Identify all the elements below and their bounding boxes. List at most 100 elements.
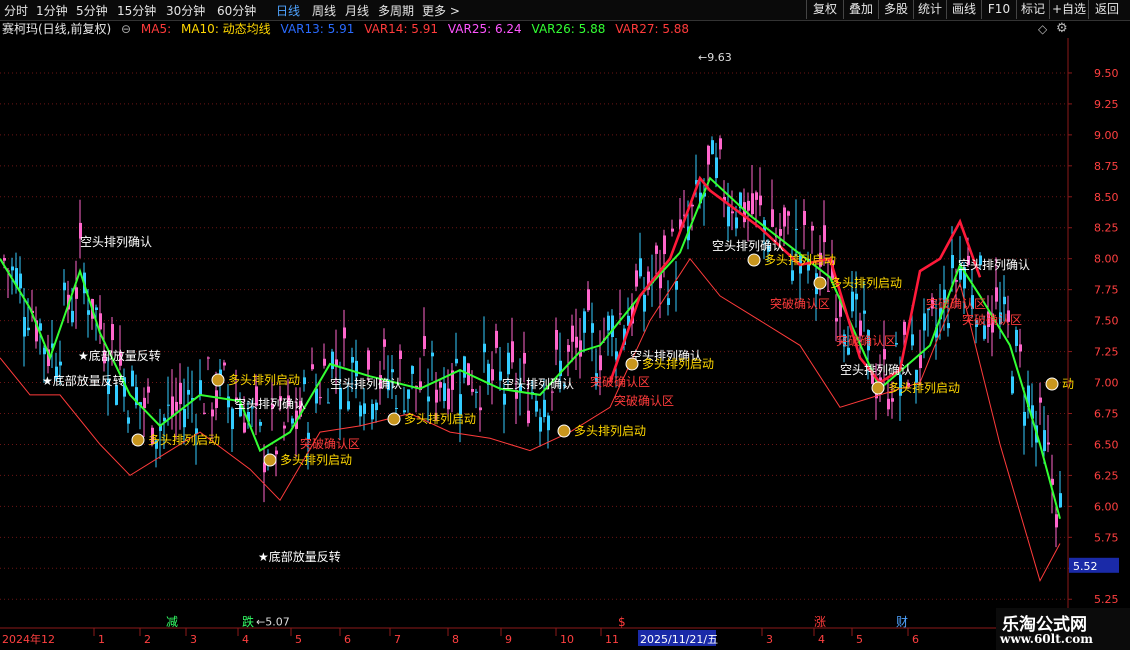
price-tick-label: 8.00: [1094, 253, 1119, 266]
candle-body: [511, 341, 514, 363]
period-tab-multi[interactable]: 多周期: [378, 2, 414, 19]
candle-body: [863, 310, 866, 314]
period-tab-5min[interactable]: 5分钟: [76, 2, 108, 19]
statistics-button[interactable]: 统计: [913, 0, 946, 19]
candle-body: [479, 407, 482, 411]
gear-icon[interactable]: ⚙: [1056, 21, 1068, 36]
candle-body: [555, 329, 558, 350]
back-button[interactable]: 返回: [1088, 0, 1125, 19]
candle-body: [367, 350, 370, 370]
price-tick-label: 7.50: [1094, 315, 1119, 328]
candle-body: [471, 389, 474, 392]
candle-body: [567, 345, 570, 352]
date-tick-label: 3: [190, 633, 197, 646]
candle-body: [491, 369, 494, 381]
draw-line-button[interactable]: 画线: [946, 0, 981, 19]
candle-body: [19, 273, 22, 289]
legend-ma10: MA10: 动态均线: [180, 22, 271, 36]
candle-body: [719, 138, 722, 150]
candle-body: [539, 417, 542, 432]
candle-body: [923, 313, 926, 331]
candle-body: [855, 293, 858, 300]
candle-body: [639, 258, 642, 277]
candle-body: [487, 363, 490, 385]
overlay-button[interactable]: 叠加: [843, 0, 878, 19]
candle-body: [343, 327, 346, 339]
price-tick-label: 8.50: [1094, 191, 1119, 204]
price-tick-label: 6.00: [1094, 500, 1119, 513]
candle-body: [527, 410, 530, 424]
price-tick-label: 8.25: [1094, 222, 1119, 235]
signal-label: 突破确认区: [300, 436, 360, 451]
candle-body: [551, 391, 554, 393]
candle-body: [747, 200, 750, 211]
candle-body: [675, 280, 678, 290]
candle-body: [71, 310, 74, 323]
candle-body: [811, 225, 814, 231]
restore-rights-button[interactable]: 复权: [806, 0, 843, 19]
candle-body: [1047, 442, 1050, 445]
period-tab-intraday[interactable]: 分时: [4, 2, 28, 19]
money-bag-icon: [625, 357, 639, 371]
price-tick-label: 5.25: [1094, 593, 1119, 606]
period-tab-daily[interactable]: 日线: [276, 2, 300, 19]
candle-body: [407, 389, 410, 399]
candle-body: [11, 266, 14, 271]
f10-button[interactable]: F10: [981, 0, 1016, 19]
date-tick-label: 4: [818, 633, 825, 646]
candle-body: [391, 369, 394, 373]
money-bag-icon: [387, 412, 401, 426]
candle-body: [1059, 493, 1062, 508]
candle-body: [887, 398, 890, 410]
price-tick-label: 9.50: [1094, 67, 1119, 80]
candle-body: [903, 321, 906, 335]
candle-body: [431, 352, 434, 357]
date-tick-label: 2025/11/21/五: [640, 633, 718, 646]
period-tab-more[interactable]: 更多 >: [422, 2, 460, 19]
candle-body: [243, 422, 246, 433]
candle-body: [111, 324, 114, 341]
money-bag-icon: [131, 433, 145, 447]
period-tab-1min[interactable]: 1分钟: [36, 2, 68, 19]
period-tab-weekly[interactable]: 周线: [312, 2, 336, 19]
candle-body: [1055, 514, 1058, 528]
signal-label: 多头排列启动: [888, 381, 960, 395]
price-chart[interactable]: ←9.63←5.07空头排列确认★底部放量反转★底部放量反转 多头排列启动 空头排列…: [0, 38, 1130, 650]
candle-body: [827, 290, 830, 292]
period-tab-30min[interactable]: 30分钟: [166, 2, 205, 19]
money-bag-icon: [747, 253, 761, 267]
diamond-icon[interactable]: ◇: [1038, 22, 1047, 36]
multi-stock-button[interactable]: 多股: [878, 0, 913, 19]
date-tick-label: 4: [242, 633, 249, 646]
candle-body: [735, 217, 738, 229]
candle-body: [1043, 430, 1046, 452]
candle-body: [99, 313, 102, 330]
period-tab-60min[interactable]: 60分钟: [217, 2, 256, 19]
period-tab-monthly[interactable]: 月线: [345, 2, 369, 19]
candle-body: [351, 357, 354, 363]
candle-body: [755, 192, 758, 200]
candle-body: [363, 403, 366, 414]
candle-body: [315, 388, 318, 404]
period-tab-15min[interactable]: 15分钟: [117, 2, 156, 19]
mark-button[interactable]: 标记: [1016, 0, 1049, 19]
candle-body: [691, 204, 694, 207]
candle-body: [751, 193, 754, 215]
candle-body: [215, 390, 218, 408]
date-tick-label: 5: [856, 633, 863, 646]
legend-var14: VAR14: 5.91: [364, 22, 439, 36]
legend-ma5: MA5:: [140, 22, 172, 36]
candle-body: [291, 418, 294, 424]
date-tick-label: 8: [452, 633, 459, 646]
candle-body: [399, 350, 402, 359]
candle-body: [507, 352, 510, 375]
candle-body: [883, 349, 886, 360]
settings-gear-icon[interactable]: ⊖: [121, 22, 131, 36]
date-tick-label: 7: [394, 633, 401, 646]
candle-body: [167, 404, 170, 406]
candle-body: [791, 270, 794, 281]
candle-body: [199, 380, 202, 396]
add-watchlist-button[interactable]: +自选: [1049, 0, 1088, 19]
price-tick-label: 6.25: [1094, 469, 1119, 482]
price-tick-label: 9.25: [1094, 98, 1119, 111]
